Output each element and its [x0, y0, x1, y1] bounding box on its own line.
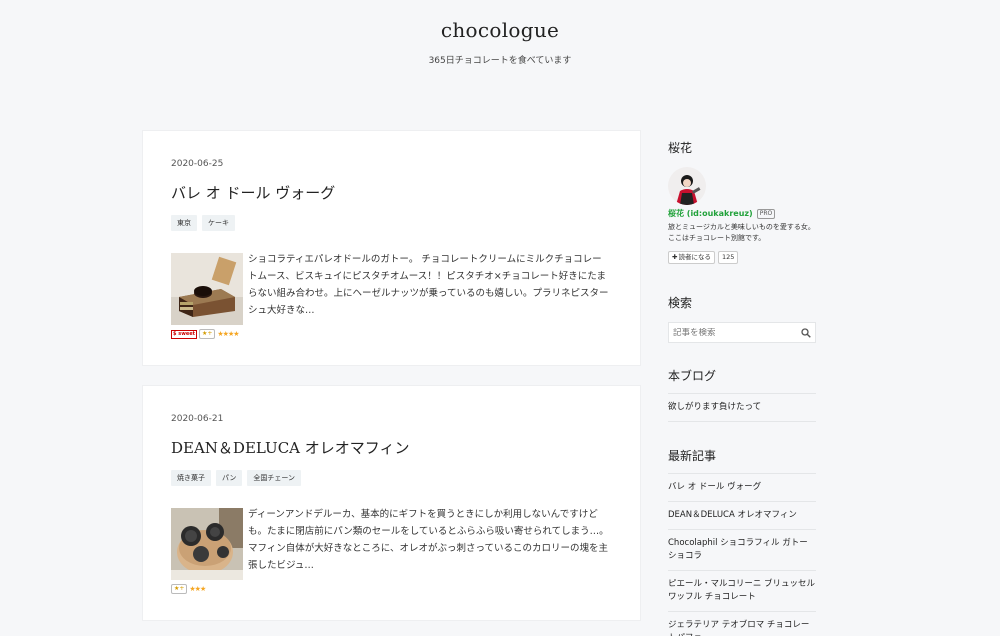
star-rating: $ sweet ★+ ★★★★: [171, 329, 243, 339]
entry-excerpt: ショコラティエパレオドールのガトー。 チョコレートクリームにミルクチョコレートム…: [248, 254, 609, 316]
follow-row: ✚ 読者になる 125: [668, 251, 816, 264]
search-heading: 検索: [668, 296, 693, 310]
plus-icon: ✚: [672, 253, 678, 261]
add-star-button[interactable]: ★+: [171, 584, 188, 594]
list-item: 欲しがります負けたって: [668, 394, 816, 422]
list-item: Chocolaphil ショコラフィル ガトーショコラ: [668, 530, 816, 571]
search-module: 検索: [668, 294, 816, 343]
blog-title[interactable]: chocologue: [0, 18, 1000, 42]
profile-description: 旅とミュージカルと美味しいものを愛する女。ここはチョコレート別館です。: [668, 223, 815, 242]
main-blog-link[interactable]: 欲しがります負けたって: [668, 402, 761, 412]
entry-list: 2020-06-25 バレ オ ドール ヴォーグ 東京 ケーキ $ sweet …: [142, 130, 641, 636]
recent-entry-link[interactable]: DEAN＆DELUCA オレオマフィン: [668, 510, 797, 520]
recent-entries-heading: 最新記事: [668, 449, 717, 463]
sale-badge: $ sweet: [171, 329, 197, 339]
recent-entries-list: バレ オ ドール ヴォーグ DEAN＆DELUCA オレオマフィン Chocol…: [668, 473, 816, 636]
add-star-button[interactable]: ★+: [199, 329, 216, 339]
search-icon[interactable]: [801, 323, 811, 342]
pro-badge: PRO: [756, 208, 776, 219]
follow-label: 読者になる: [678, 253, 711, 261]
star-icons: ★★★: [189, 585, 206, 593]
follower-count[interactable]: 125: [717, 251, 739, 264]
entry-tag[interactable]: 全国チェーン: [247, 470, 302, 486]
recent-entry-link[interactable]: ジェラテリア テオブロマ チョコレートパフェ: [668, 620, 809, 636]
recent-entry-link[interactable]: ピエール・マルコリーニ ブリュッセルワッフル チョコレート: [668, 579, 815, 602]
entry-tags: 焼き菓子 パン 全国チェーン: [171, 470, 612, 486]
entry-body: ★+ ★★★ ディーンアンドデルーカ、基本的にギフトを買うときにしか利用しないん…: [171, 508, 612, 594]
entry-thumbnail[interactable]: [171, 253, 243, 325]
list-item: DEAN＆DELUCA オレオマフィン: [668, 502, 816, 530]
recent-entries-module: 最新記事 バレ オ ドール ヴォーグ DEAN＆DELUCA オレオマフィン C…: [668, 447, 816, 636]
entry-date[interactable]: 2020-06-25: [171, 159, 612, 169]
list-item: ピエール・マルコリーニ ブリュッセルワッフル チョコレート: [668, 571, 816, 612]
entry-tag[interactable]: ケーキ: [202, 215, 235, 231]
profile-module: 桜花 桜花 (id:oukakreuz) PRO 旅とミュージカルと美味しいもの…: [668, 139, 816, 264]
thumbnail-wrap: ★+ ★★★: [171, 508, 243, 594]
entry-title[interactable]: DEAN＆DELUCA オレオマフィン: [171, 437, 612, 458]
entry-excerpt: ディーンアンドデルーカ、基本的にギフトを買うときにしか利用しないんですけども。た…: [248, 509, 609, 571]
thumbnail-wrap: $ sweet ★+ ★★★★: [171, 253, 243, 339]
search-box: [668, 322, 816, 343]
blog-description: 365日チョコレートを食べています: [428, 56, 572, 66]
recent-entry-link[interactable]: バレ オ ドール ヴォーグ: [668, 482, 761, 492]
entry-card: 2020-06-21 DEAN＆DELUCA オレオマフィン 焼き菓子 パン 全…: [142, 385, 641, 621]
entry-thumbnail[interactable]: [171, 508, 243, 580]
entry-title[interactable]: バレ オ ドール ヴォーグ: [171, 182, 612, 203]
profile-name-row: 桜花 (id:oukakreuz) PRO: [668, 208, 816, 219]
search-input[interactable]: [673, 327, 801, 338]
main-blog-module: 本ブログ 欲しがります負けたって: [668, 367, 816, 422]
avatar[interactable]: [668, 167, 706, 205]
recent-entry-link[interactable]: Chocolaphil ショコラフィル ガトーショコラ: [668, 538, 808, 561]
star-icons: ★★★★: [217, 330, 239, 338]
follow-button[interactable]: ✚ 読者になる: [668, 251, 715, 264]
main-blog-heading: 本ブログ: [668, 369, 717, 383]
star-rating: ★+ ★★★: [171, 584, 243, 594]
entry-tag[interactable]: パン: [216, 470, 243, 486]
entry-card: 2020-06-25 バレ オ ドール ヴォーグ 東京 ケーキ $ sweet …: [142, 130, 641, 366]
main-blog-list: 欲しがります負けたって: [668, 393, 816, 422]
entry-tag[interactable]: 東京: [171, 215, 197, 231]
list-item: ジェラテリア テオブロマ チョコレートパフェ: [668, 612, 816, 636]
profile-name-link[interactable]: 桜花 (id:oukakreuz): [668, 208, 753, 219]
entry-tags: 東京 ケーキ: [171, 215, 612, 231]
entry-body: $ sweet ★+ ★★★★ ショコラティエパレオドールのガトー。 チョコレー…: [171, 253, 612, 339]
sidebar: 桜花 桜花 (id:oukakreuz) PRO 旅とミュージカルと美味しいもの…: [668, 130, 816, 636]
site-header: chocologue 365日チョコレートを食べています: [0, 0, 1000, 130]
profile-heading: 桜花: [668, 141, 693, 155]
entry-date[interactable]: 2020-06-21: [171, 414, 612, 424]
entry-tag[interactable]: 焼き菓子: [171, 470, 211, 486]
list-item: バレ オ ドール ヴォーグ: [668, 474, 816, 502]
